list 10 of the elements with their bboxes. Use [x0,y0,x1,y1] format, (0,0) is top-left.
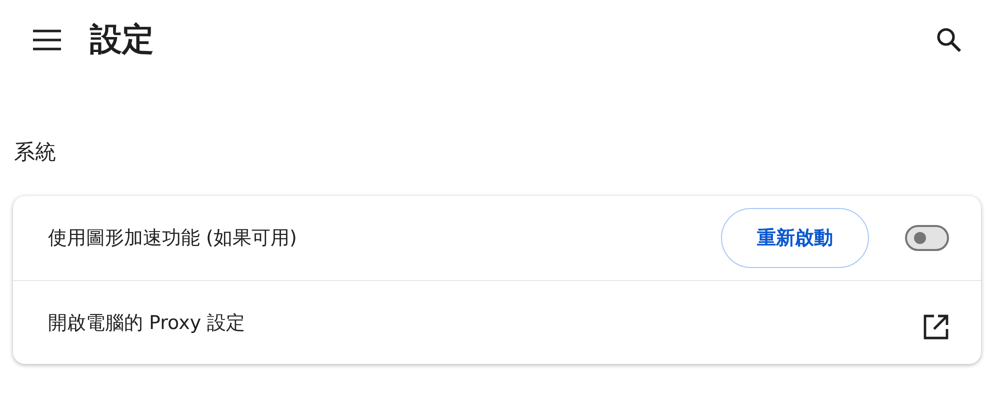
search-icon [936,27,962,53]
setting-label: 開啟電腦的 Proxy 設定 [48,310,246,336]
external-link-icon [923,314,949,340]
setting-label: 使用圖形加速功能 (如果可用) [48,226,298,251]
toggle-switch[interactable] [905,225,949,251]
open-external-button[interactable] [923,314,949,340]
restart-button[interactable]: 重新啟動 [721,208,869,268]
menu-icon [33,29,61,51]
section-title: 系統 [14,139,57,166]
page-title: 設定 [90,19,155,60]
